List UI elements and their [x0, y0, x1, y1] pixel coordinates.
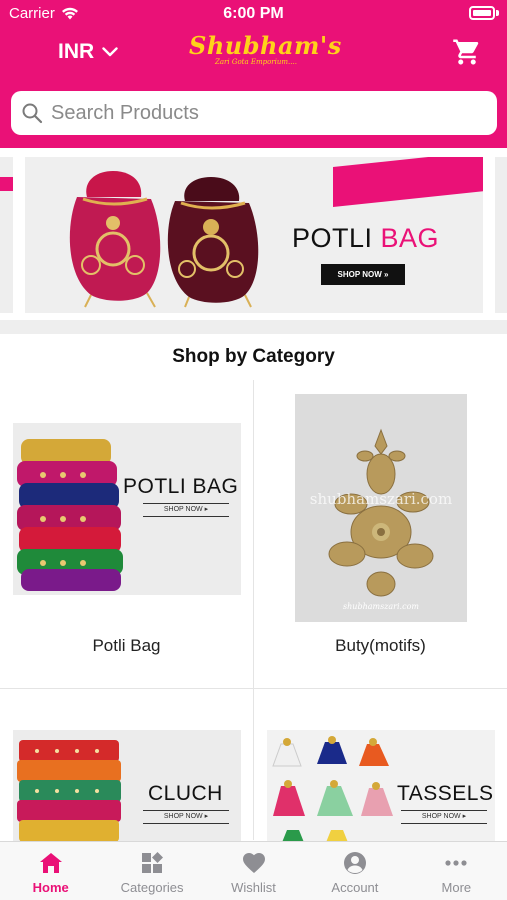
motif-caption: shubhamszari.com — [343, 602, 419, 611]
battery-icon — [469, 6, 495, 20]
logo-name: Shubham's — [189, 31, 342, 60]
category-tile-tassels[interactable]: TASSELS SHOP NOW ▸ — [254, 689, 507, 841]
potli-bags-image — [69, 171, 259, 308]
status-bar: Carrier 6:00 PM — [0, 0, 507, 28]
tab-account-label: Account — [331, 880, 379, 895]
categories-icon — [142, 852, 164, 873]
section-divider — [0, 320, 507, 334]
search-bar[interactable] — [11, 91, 497, 135]
banner-title-accent: BAG — [380, 223, 440, 253]
tab-wishlist-label: Wishlist — [231, 880, 276, 895]
potli-image-button: SHOP NOW ▸ — [143, 503, 229, 517]
category-tile-buty-motifs[interactable]: shubhamszari.com shubhamszari.com Buty(m… — [254, 380, 507, 688]
search-input[interactable] — [51, 101, 471, 125]
category-label-buty-motifs: Buty(motifs) — [335, 636, 426, 655]
banner-title: POTLI BAG — [292, 223, 439, 254]
category-image-buty-motifs: shubhamszari.com shubhamszari.com — [295, 394, 467, 622]
tab-categories[interactable]: Categories — [101, 842, 202, 900]
account-icon — [343, 852, 366, 874]
potli-bag-banner[interactable]: POTLI BAG SHOP NOW » — [25, 157, 483, 313]
brand-logo: Shubham's Zari Gota Emporium.... — [185, 31, 341, 71]
home-icon — [39, 853, 62, 873]
tab-categories-label: Categories — [120, 880, 184, 895]
section-title: Shop by Category — [172, 346, 335, 367]
currency-label: INR — [58, 40, 95, 63]
motif-watermark: shubhamszari.com — [309, 490, 453, 508]
category-tile-potli-bag[interactable]: POTLI BAG SHOP NOW ▸ Potli Bag — [0, 380, 253, 688]
banner-title-main: POTLI — [292, 223, 381, 253]
category-image-cluch: CLUCH SHOP NOW ▸ — [13, 730, 241, 841]
battery-tip — [496, 10, 499, 16]
banner-carousel[interactable]: POTLI BAG SHOP NOW » — [0, 148, 507, 324]
next-banner-peek[interactable] — [495, 157, 507, 313]
potli-image-title: POTLI BAG — [123, 475, 239, 498]
currency-selector[interactable]: INR — [58, 40, 118, 64]
category-label-potli-bag: Potli Bag — [92, 636, 161, 655]
cluch-stack-image — [17, 740, 121, 841]
logo-tagline: Zari Gota Emporium.... — [215, 58, 297, 66]
previous-banner-peek[interactable] — [0, 157, 13, 313]
cart-icon[interactable] — [452, 37, 482, 67]
cluch-image-title: CLUCH — [148, 782, 223, 805]
category-tile-cluch[interactable]: CLUCH SHOP NOW ▸ — [0, 689, 253, 841]
app-header: Carrier 6:00 PM INR Shubham's Zari Gota … — [0, 0, 507, 148]
potli-stack-image — [17, 439, 123, 591]
clock: 6:00 PM — [223, 5, 284, 22]
bottom-tab-bar: Home Categories Wishlist Account More — [0, 841, 507, 900]
tassels-image — [272, 736, 393, 841]
banner-shop-now-button[interactable]: SHOP NOW » — [321, 264, 405, 285]
tab-home-label: Home — [32, 880, 69, 895]
more-icon — [445, 860, 467, 866]
tassels-image-button: SHOP NOW ▸ — [401, 810, 487, 824]
heart-icon — [242, 853, 265, 873]
motif-embroidery-image — [328, 428, 434, 597]
chevron-down-icon — [102, 47, 118, 57]
tab-more[interactable]: More — [406, 842, 507, 900]
search-icon — [22, 103, 43, 124]
tab-home[interactable]: Home — [0, 842, 101, 900]
banner-accent-stripe — [333, 157, 483, 207]
tassels-image-title: TASSELS — [397, 782, 494, 805]
cluch-image-button: SHOP NOW ▸ — [143, 810, 229, 824]
tab-wishlist[interactable]: Wishlist — [203, 842, 304, 900]
category-image-potli-bag: POTLI BAG SHOP NOW ▸ — [13, 423, 241, 595]
category-image-tassels: TASSELS SHOP NOW ▸ — [267, 730, 495, 841]
tab-account[interactable]: Account — [304, 842, 405, 900]
tab-more-label: More — [441, 880, 472, 895]
